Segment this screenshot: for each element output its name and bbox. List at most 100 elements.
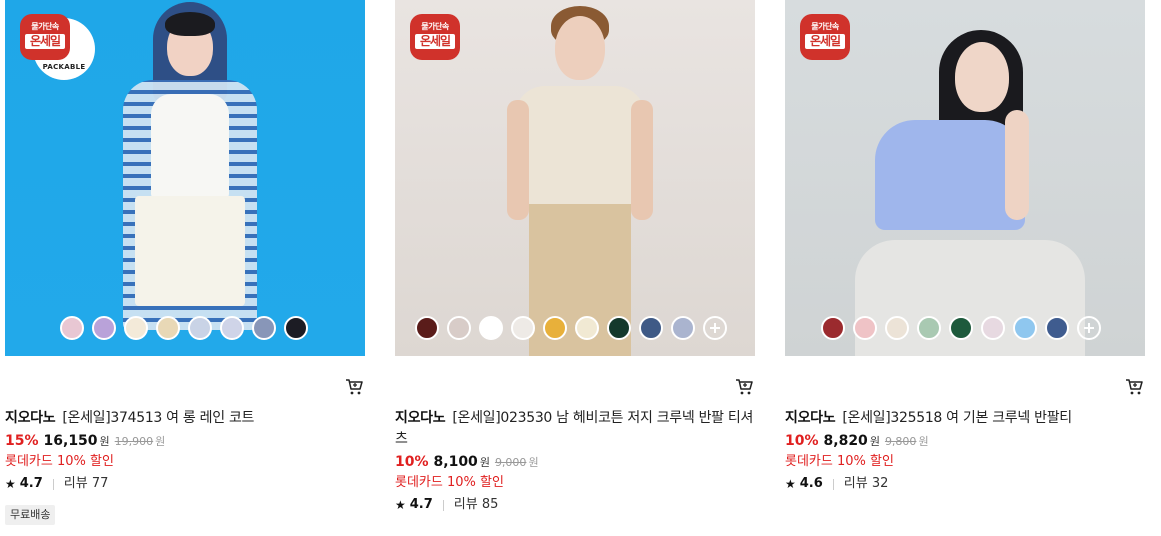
plus-circle-icon[interactable] — [703, 316, 727, 340]
color-swatch[interactable] — [853, 316, 877, 340]
color-swatches — [60, 316, 308, 340]
cart-icon[interactable] — [735, 378, 753, 396]
rating-score: 4.6 — [799, 476, 823, 491]
color-swatch[interactable] — [447, 316, 471, 340]
color-swatch[interactable] — [252, 316, 276, 340]
model-figure — [855, 0, 1085, 356]
review-count[interactable]: 리뷰 77 — [64, 474, 109, 494]
badge-line2: 온세일 — [25, 34, 65, 49]
rating-score: 4.7 — [409, 497, 433, 512]
original-price: 9,000 — [494, 456, 527, 469]
model-figure — [505, 0, 655, 356]
color-swatch[interactable] — [917, 316, 941, 340]
sale-badge: 물가단속 온세일 — [20, 14, 70, 60]
original-price: 9,800 — [884, 435, 917, 448]
badge-line2: 온세일 — [415, 34, 455, 49]
price-row: 10% 8,820 원 9,800 원 — [785, 431, 1145, 452]
star-icon: ★ — [785, 477, 796, 491]
brand-name: 지오다노 — [785, 410, 836, 426]
discount-rate: 15% — [5, 433, 39, 449]
color-swatches — [415, 316, 727, 340]
color-swatch[interactable] — [156, 316, 180, 340]
color-swatch[interactable] — [949, 316, 973, 340]
star-icon: ★ — [5, 477, 16, 491]
sale-price: 16,150 — [43, 433, 98, 449]
currency-label: 원 — [479, 456, 490, 469]
color-swatch[interactable] — [981, 316, 1005, 340]
original-currency-label: 원 — [918, 435, 929, 448]
product-card[interactable]: 물가단속 온세일 지오다노 [온세일]325518 여 기본 크루넥 반팔티 10… — [785, 0, 1145, 536]
original-price: 19,900 — [114, 435, 154, 448]
rating-row: ★ 4.7 리뷰 85 — [395, 495, 755, 515]
star-icon: ★ — [395, 498, 406, 512]
model-figure — [105, 0, 275, 356]
color-swatch[interactable] — [1045, 316, 1069, 340]
price-row: 10% 8,100 원 9,000 원 — [395, 452, 755, 473]
product-title[interactable]: 지오다노 [온세일]374513 여 롱 레인 코트 — [5, 408, 365, 429]
free-shipping-tag: 무료배송 — [5, 505, 56, 525]
sale-badge: 물가단속 온세일 — [800, 14, 850, 60]
color-swatch[interactable] — [511, 316, 535, 340]
product-name: [온세일]325518 여 기본 크루넥 반팔티 — [842, 410, 1072, 426]
color-swatch[interactable] — [607, 316, 631, 340]
sale-price: 8,820 — [823, 433, 868, 449]
color-swatch[interactable] — [639, 316, 663, 340]
color-swatch[interactable] — [284, 316, 308, 340]
product-name: [온세일]374513 여 롱 레인 코트 — [62, 410, 255, 426]
product-info: 지오다노 [온세일]023530 남 헤비코튼 저지 크루넥 반팔 티셔츠 10%… — [395, 408, 755, 515]
original-currency-label: 원 — [155, 435, 166, 448]
card-discount: 롯데카드 10% 할인 — [5, 454, 114, 469]
color-swatch[interactable] — [415, 316, 439, 340]
color-swatch[interactable] — [479, 316, 503, 340]
currency-label: 원 — [869, 435, 880, 448]
color-swatch[interactable] — [220, 316, 244, 340]
rating-row: ★ 4.7 리뷰 77 — [5, 474, 365, 494]
product-card[interactable]: 물가단속 온세일 지오다노 [온세일]023530 남 헤비코튼 저지 크루넥 반… — [395, 0, 755, 536]
rating-score: 4.7 — [19, 476, 43, 491]
product-grid: PACKABLE 물가단속 온세일 지오다노 [온세일]374513 여 롱 레인… — [5, 0, 1155, 536]
color-swatches — [821, 316, 1101, 340]
color-swatch[interactable] — [1013, 316, 1037, 340]
badge-line1: 물가단속 — [31, 22, 59, 31]
discount-rate: 10% — [785, 433, 819, 449]
product-image[interactable]: PACKABLE 물가단속 온세일 — [5, 0, 365, 356]
product-title[interactable]: 지오다노 [온세일]325518 여 기본 크루넥 반팔티 — [785, 408, 1145, 429]
cart-icon[interactable] — [1125, 378, 1143, 396]
color-swatch[interactable] — [885, 316, 909, 340]
color-swatch[interactable] — [671, 316, 695, 340]
divider — [832, 478, 834, 490]
color-swatch[interactable] — [92, 316, 116, 340]
plus-circle-icon[interactable] — [1077, 316, 1101, 340]
product-image[interactable]: 물가단속 온세일 — [395, 0, 755, 356]
divider — [442, 499, 444, 511]
product-title[interactable]: 지오다노 [온세일]023530 남 헤비코튼 저지 크루넥 반팔 티셔츠 — [395, 408, 755, 450]
product-info: 지오다노 [온세일]325518 여 기본 크루넥 반팔티 10% 8,820 원… — [785, 408, 1145, 494]
currency-label: 원 — [99, 435, 110, 448]
color-swatch[interactable] — [543, 316, 567, 340]
sale-price: 8,100 — [433, 454, 478, 470]
product-info: 지오다노 [온세일]374513 여 롱 레인 코트 15% 16,150 원 1… — [5, 408, 365, 525]
product-name: [온세일]023530 남 헤비코튼 저지 크루넥 반팔 티셔츠 — [395, 410, 754, 447]
color-swatch[interactable] — [124, 316, 148, 340]
packable-label: PACKABLE — [42, 63, 86, 71]
rating-row: ★ 4.6 리뷰 32 — [785, 474, 1145, 494]
cart-icon[interactable] — [345, 378, 363, 396]
price-row: 15% 16,150 원 19,900 원 — [5, 431, 365, 452]
color-swatch[interactable] — [188, 316, 212, 340]
color-swatch[interactable] — [821, 316, 845, 340]
brand-name: 지오다노 — [395, 410, 446, 426]
product-image[interactable]: 물가단속 온세일 — [785, 0, 1145, 356]
color-swatch[interactable] — [575, 316, 599, 340]
badge-line1: 물가단속 — [421, 22, 449, 31]
original-currency-label: 원 — [528, 456, 539, 469]
review-count[interactable]: 리뷰 32 — [844, 474, 889, 494]
color-swatch[interactable] — [60, 316, 84, 340]
card-discount: 롯데카드 10% 할인 — [785, 454, 894, 469]
divider — [52, 478, 54, 490]
sale-badge: 물가단속 온세일 — [410, 14, 460, 60]
card-discount: 롯데카드 10% 할인 — [395, 475, 504, 490]
discount-rate: 10% — [395, 454, 429, 470]
badge-line2: 온세일 — [805, 34, 845, 49]
product-card[interactable]: PACKABLE 물가단속 온세일 지오다노 [온세일]374513 여 롱 레인… — [5, 0, 365, 536]
review-count[interactable]: 리뷰 85 — [454, 495, 499, 515]
